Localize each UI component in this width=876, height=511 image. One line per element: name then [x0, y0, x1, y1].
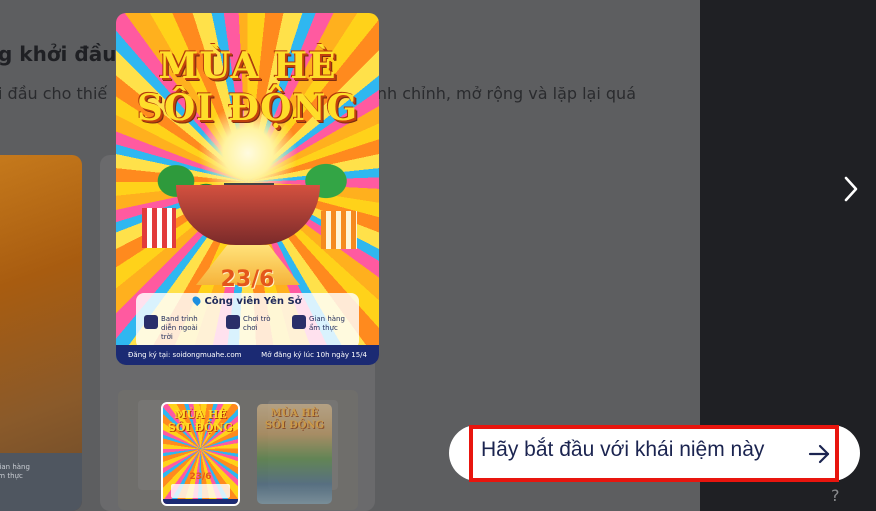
poster-feature-label: Chơi trò chơi: [243, 315, 271, 332]
poster-feature-label: Band trình diễn ngoài trời: [161, 315, 198, 341]
background-heading: g khởi đầu: [0, 42, 117, 66]
thumbnail-title-line2: SÔI ĐỘNG: [167, 421, 234, 434]
chevron-right-icon: [844, 176, 858, 202]
help-icon[interactable]: ?: [831, 486, 840, 505]
poster-footer-right: Mở đăng ký lúc 10h ngày 15/4: [261, 351, 367, 359]
thumbnail-title-line1: MÙA HÈ: [174, 408, 227, 421]
next-button[interactable]: [838, 172, 864, 206]
start-with-concept-label[interactable]: Hãy bắt đầu với khái niệm này: [481, 438, 764, 462]
background-description-right: nh chỉnh, mở rộng và lặp lại quá: [376, 84, 636, 103]
poster-feature-label: Gian hàng ẩm thực: [309, 315, 345, 332]
poster-location: Công viên Yên Sở: [136, 294, 359, 307]
poster-title: MÙA HÈ SÔI ĐỘNG: [116, 45, 379, 129]
booth-illustration-right: [321, 211, 357, 249]
background-card-strip: [0, 453, 82, 511]
thumbnail-title: MÙA HÈ SÔI ĐỘNG: [163, 408, 238, 434]
booth-illustration-left: [142, 208, 176, 248]
poster-feature: Chơi trò chơi: [226, 315, 273, 333]
arrow-right-icon[interactable]: [807, 443, 831, 465]
thumbnail-alternate[interactable]: MÙA HÈ SÔI ĐỘNG: [257, 404, 332, 504]
poster-feature: Gian hàng ẩm thực: [292, 315, 355, 333]
poster-footer-left: Đăng ký tại: soidongmuahe.com: [128, 351, 242, 359]
thumbnail-footer: [163, 499, 238, 504]
location-pin-icon: [191, 294, 203, 307]
thumbnail-date: 23/6: [189, 472, 212, 482]
guitar-icon: [144, 315, 158, 329]
background-card-left: Gian hàng ẩm thực: [0, 155, 82, 511]
thumbnail-title: MÙA HÈ SÔI ĐỘNG: [257, 408, 332, 432]
poster-location-text: Công viên Yên Sở: [204, 296, 302, 307]
poster-date: 23/6: [220, 267, 275, 292]
poster-title-line2: SÔI ĐỘNG: [136, 87, 359, 129]
poster-preview: MÙA HÈ SÔI ĐỘNG 23/6 Công viên Yên Sở Ba…: [116, 13, 379, 365]
poster-footer: Đăng ký tại: soidongmuahe.com Mở đăng ký…: [116, 345, 379, 365]
background-description-left: i đầu cho thiế: [0, 84, 108, 103]
poster-info-box: Công viên Yên Sở Band trình diễn ngoài t…: [136, 293, 359, 349]
poster-feature: Band trình diễn ngoài trời: [144, 315, 209, 342]
concept-preview-overlay: g khởi đầu i đầu cho thiế nh chỉnh, mở r…: [0, 0, 876, 511]
background-card-label: Gian hàng ẩm thực: [0, 463, 30, 480]
stall-icon: [292, 315, 306, 329]
thumbnail-title-line1: MÙA HÈ: [270, 408, 319, 419]
gamepad-icon: [226, 315, 240, 329]
poster-title-line1: MÙA HÈ: [158, 45, 337, 87]
thumbnail-info-box: [171, 484, 230, 498]
thumbnail-selected[interactable]: MÙA HÈ SÔI ĐỘNG 23/6: [161, 402, 240, 506]
thumbnail-title-line2: SÔI ĐỘNG: [264, 420, 325, 431]
